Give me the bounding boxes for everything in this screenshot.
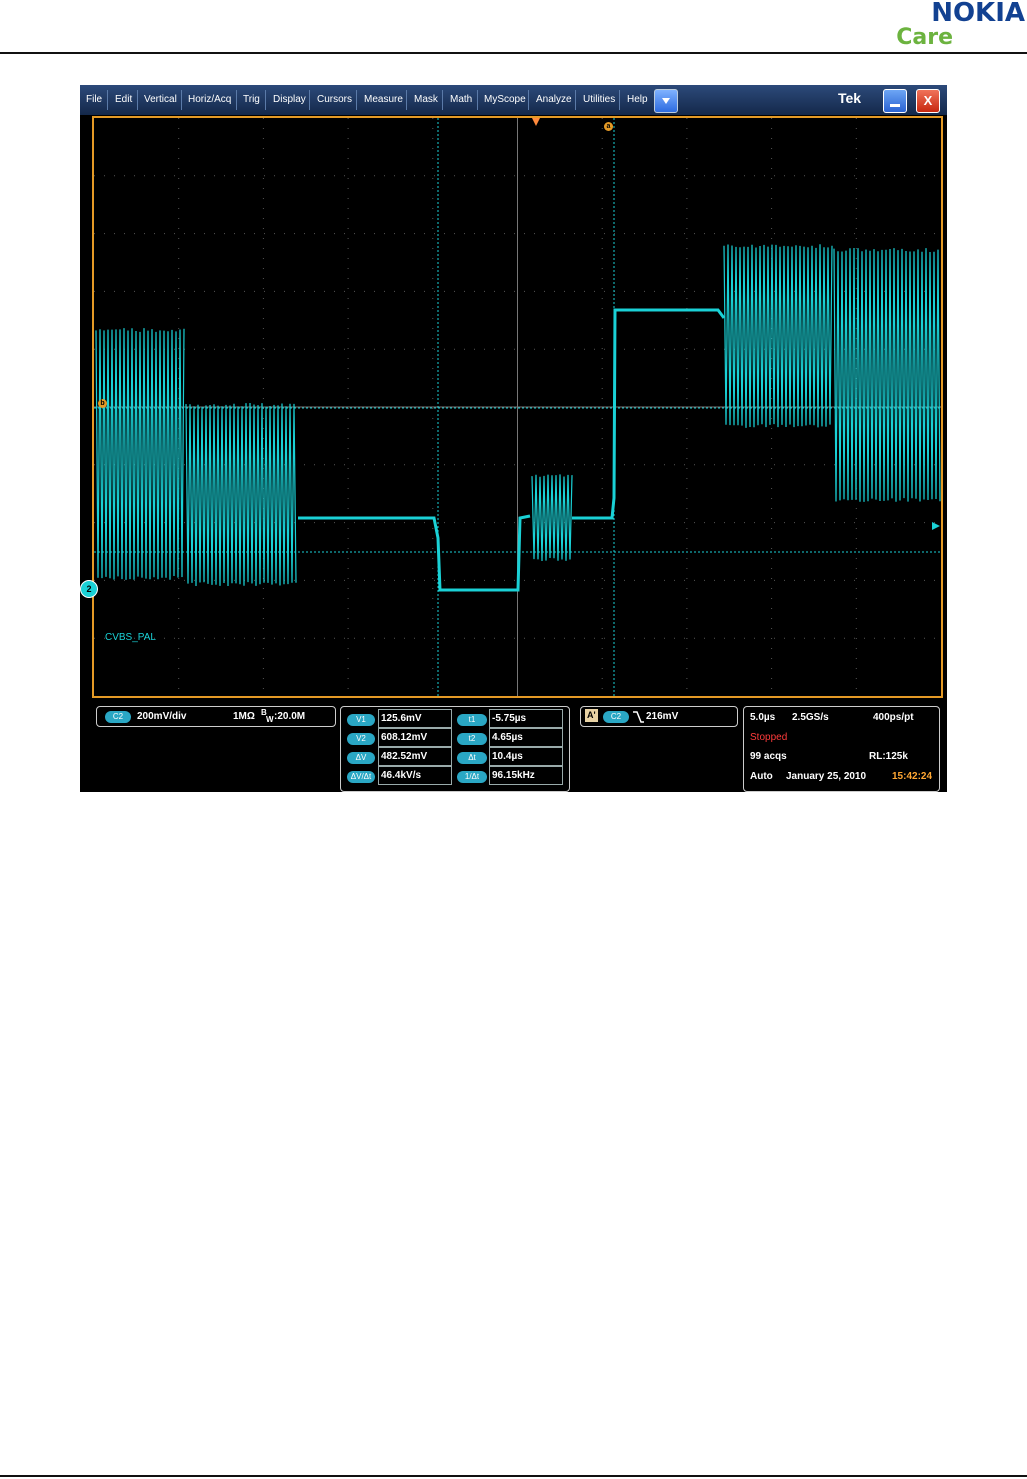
cursor-a-marker[interactable]: a	[604, 122, 613, 131]
burst-1	[96, 328, 184, 580]
menu-help[interactable]: Help	[627, 85, 648, 115]
sample-rate: 2.5GS/s	[792, 712, 829, 723]
channel-badge: C2	[105, 711, 131, 723]
menu-file[interactable]: File	[86, 85, 102, 115]
trigger-level: 216mV	[646, 711, 678, 722]
footer-rule	[0, 1475, 1027, 1477]
inv-dt-value: 96.15kHz	[489, 766, 563, 785]
waveform-level-2	[572, 310, 724, 518]
menu-myscope[interactable]: MyScope	[484, 85, 526, 115]
v2-label: V2	[347, 733, 375, 745]
trigger-auto: Auto	[750, 771, 773, 782]
burst-3	[532, 474, 572, 561]
readout-panel: C2 200mV/div 1MΩ B W :20.0M V1 125.6mV V…	[80, 700, 947, 792]
burst-4	[724, 244, 832, 428]
minimize-icon	[890, 104, 900, 107]
t1-value: -5.75µs	[489, 709, 563, 728]
channel-scale: 200mV/div	[137, 711, 186, 722]
dv-label: ΔV	[347, 752, 375, 764]
t2-label: t2	[457, 733, 487, 745]
dv-value: 482.52mV	[378, 747, 452, 766]
menu-horiz-acq[interactable]: Horiz/Acq	[188, 85, 231, 115]
burst-5	[834, 248, 940, 502]
dvdt-value: 46.4kV/s	[378, 766, 452, 785]
menu-bar: File Edit Vertical Horiz/Acq Trig Displa…	[80, 85, 947, 115]
trigger-readout[interactable]: A' C2 216mV	[580, 706, 738, 727]
header-rule	[0, 52, 1027, 54]
run-status: Stopped	[750, 732, 787, 743]
minimize-button[interactable]	[883, 89, 907, 113]
acq-count: 99 acqs	[750, 751, 787, 762]
menu-cursors[interactable]: Cursors	[317, 85, 352, 115]
dt-label: Δt	[457, 752, 487, 764]
menu-math[interactable]: Math	[450, 85, 472, 115]
resolution: 400ps/pt	[873, 712, 914, 723]
trigger-position-icon	[532, 118, 540, 126]
v2-value: 608.12mV	[378, 728, 452, 747]
acq-date: January 25, 2010	[786, 771, 866, 782]
v1-value: 125.6mV	[378, 709, 452, 728]
tek-logo: Tek	[838, 90, 861, 106]
cursor-b-marker[interactable]: b	[98, 399, 107, 408]
record-length: RL:125k	[869, 751, 908, 762]
channel-impedance: 1MΩ	[233, 711, 255, 722]
trace-label: CVBS_PAL	[105, 632, 156, 643]
channel-2-marker[interactable]: 2	[80, 580, 98, 598]
menu-display[interactable]: Display	[273, 85, 306, 115]
acq-time: 15:42:24	[892, 771, 932, 782]
dvdt-label: ΔV/Δt	[347, 771, 375, 783]
trigger-badge: C2	[603, 711, 629, 723]
channel-bandwidth: :20.0M	[274, 711, 305, 722]
menu-trig[interactable]: Trig	[243, 85, 260, 115]
acquisition-readout[interactable]: 5.0µs 2.5GS/s 400ps/pt Stopped 99 acqs R…	[743, 706, 940, 792]
close-button[interactable]: X	[916, 89, 940, 113]
menu-measure[interactable]: Measure	[364, 85, 403, 115]
timebase: 5.0µs	[750, 712, 775, 723]
menu-edit[interactable]: Edit	[115, 85, 132, 115]
bandwidth-sub: W	[266, 715, 274, 724]
trigger-level-icon	[932, 522, 940, 530]
waveform-level-1	[298, 516, 530, 590]
v1-label: V1	[347, 714, 375, 726]
t2-value: 4.65µs	[489, 728, 563, 747]
menu-vertical[interactable]: Vertical	[144, 85, 177, 115]
channel-readout[interactable]: C2 200mV/div 1MΩ B W :20.0M	[96, 706, 336, 727]
brand-nokia: NOKIA	[896, 0, 1025, 26]
cursor-readout[interactable]: V1 125.6mV V2 608.12mV ΔV 482.52mV ΔV/Δt…	[340, 706, 570, 792]
triangle-down-icon	[661, 96, 671, 106]
brand-care: Care	[896, 26, 953, 50]
trigger-mode: A'	[585, 709, 598, 722]
menu-dropdown-button[interactable]	[654, 89, 678, 113]
waveform-svg	[94, 118, 941, 696]
nokia-care-logo: NOKIA Care	[896, 0, 1025, 50]
menu-mask[interactable]: Mask	[414, 85, 438, 115]
burst-2	[186, 403, 296, 586]
menu-utilities[interactable]: Utilities	[583, 85, 615, 115]
falling-edge-icon	[632, 710, 644, 724]
waveform-display[interactable]: CVBS_PAL b a	[92, 116, 943, 698]
t1-label: t1	[457, 714, 487, 726]
dt-value: 10.4µs	[489, 747, 563, 766]
menu-analyze[interactable]: Analyze	[536, 85, 572, 115]
inv-dt-label: 1/Δt	[457, 771, 487, 783]
